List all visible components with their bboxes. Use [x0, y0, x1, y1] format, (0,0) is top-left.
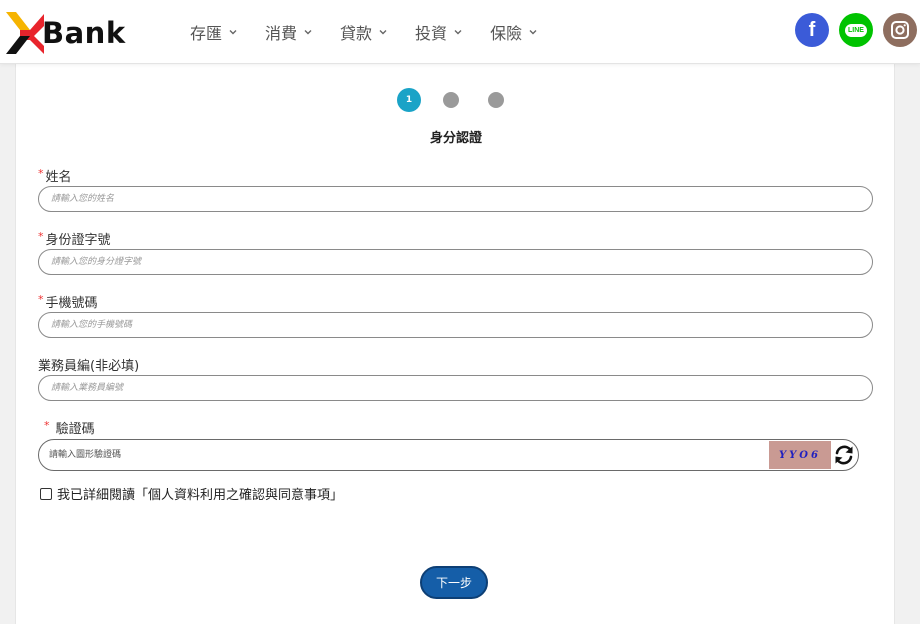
captcha-image: YYO6 — [769, 441, 831, 469]
required-mark: * — [44, 419, 50, 432]
nav-item-consumer[interactable]: 消費 — [265, 20, 313, 44]
next-button[interactable]: 下一步 — [420, 566, 488, 599]
phone-label-text: 手機號碼 — [45, 296, 98, 311]
nav-item-label: 保險 — [490, 24, 523, 43]
nav-item-label: 投資 — [415, 24, 448, 43]
form-card: 1 身分認證 *姓名 *身份證字號 *手機號碼 業務員編(非必填) * 驗證碼 … — [15, 64, 895, 624]
nav-item-label: 存匯 — [190, 24, 223, 43]
nav-item-label: 貸款 — [340, 24, 373, 43]
facebook-icon[interactable]: f — [795, 13, 829, 47]
chevron-down-icon — [454, 30, 462, 35]
instagram-glyph-icon — [891, 21, 909, 39]
captcha-label: * 驗證碼 — [44, 418, 95, 437]
id-number-label: * 身份證字號 — [38, 229, 111, 248]
step-number: 1 — [405, 95, 413, 105]
id-number-label-text: 身份證字號 — [45, 233, 111, 248]
chevron-down-icon — [529, 30, 537, 35]
chevron-down-icon — [304, 30, 312, 35]
step-title: 身分認證 — [429, 131, 482, 146]
step-1-active: 1 — [397, 88, 421, 112]
required-mark: * — [38, 167, 44, 180]
agree-label: 我已詳細閱讀「個人資料利用之確認與同意事項」 — [57, 488, 344, 503]
step-2 — [443, 92, 459, 108]
instagram-icon[interactable] — [883, 13, 917, 47]
step-indicator: 1 — [397, 88, 504, 112]
step-3 — [488, 92, 504, 108]
facebook-glyph: f — [808, 19, 816, 41]
required-mark: * — [38, 230, 44, 243]
line-icon[interactable]: LINE — [839, 13, 873, 47]
brand-name: Bank — [42, 16, 126, 50]
name-label-text: 姓名 — [45, 170, 72, 185]
agent-input[interactable] — [38, 375, 873, 401]
required-mark: * — [38, 293, 44, 306]
page-side-margin — [895, 64, 920, 608]
social-links: f LINE — [795, 13, 917, 47]
name-label: * 姓名 — [38, 166, 72, 185]
bank-logo[interactable]: Bank — [4, 10, 126, 56]
nav-item-invest[interactable]: 投資 — [415, 20, 463, 44]
phone-input[interactable] — [38, 312, 873, 338]
id-number-input[interactable] — [38, 249, 873, 275]
main-nav: 存匯 消費 貸款 投資 保險 — [190, 20, 565, 44]
nav-item-label: 消費 — [265, 24, 298, 43]
nav-item-loan[interactable]: 貸款 — [340, 20, 388, 44]
site-header: Bank 存匯 消費 貸款 投資 保險 f LINE — [0, 0, 920, 64]
nav-item-insurance[interactable]: 保險 — [490, 20, 538, 44]
nav-item-deposit[interactable]: 存匯 — [190, 20, 238, 44]
agent-label-text: 業務員編(非必填) — [38, 359, 140, 374]
captcha-input[interactable] — [39, 440, 769, 470]
agree-checkbox-row[interactable]: 我已詳細閱讀「個人資料利用之確認與同意事項」 — [40, 484, 343, 503]
refresh-icon[interactable] — [833, 444, 855, 466]
line-glyph: LINE — [845, 23, 867, 37]
captcha-field: YYO6 — [38, 439, 859, 471]
captcha-label-text: 驗證碼 — [55, 422, 95, 437]
phone-label: * 手機號碼 — [38, 292, 98, 311]
logo-mark-icon — [6, 12, 44, 54]
agent-label: 業務員編(非必填) — [38, 355, 139, 374]
chevron-down-icon — [229, 30, 237, 35]
name-input[interactable] — [38, 186, 873, 212]
chevron-down-icon — [379, 30, 387, 35]
agree-checkbox[interactable] — [40, 487, 52, 500]
